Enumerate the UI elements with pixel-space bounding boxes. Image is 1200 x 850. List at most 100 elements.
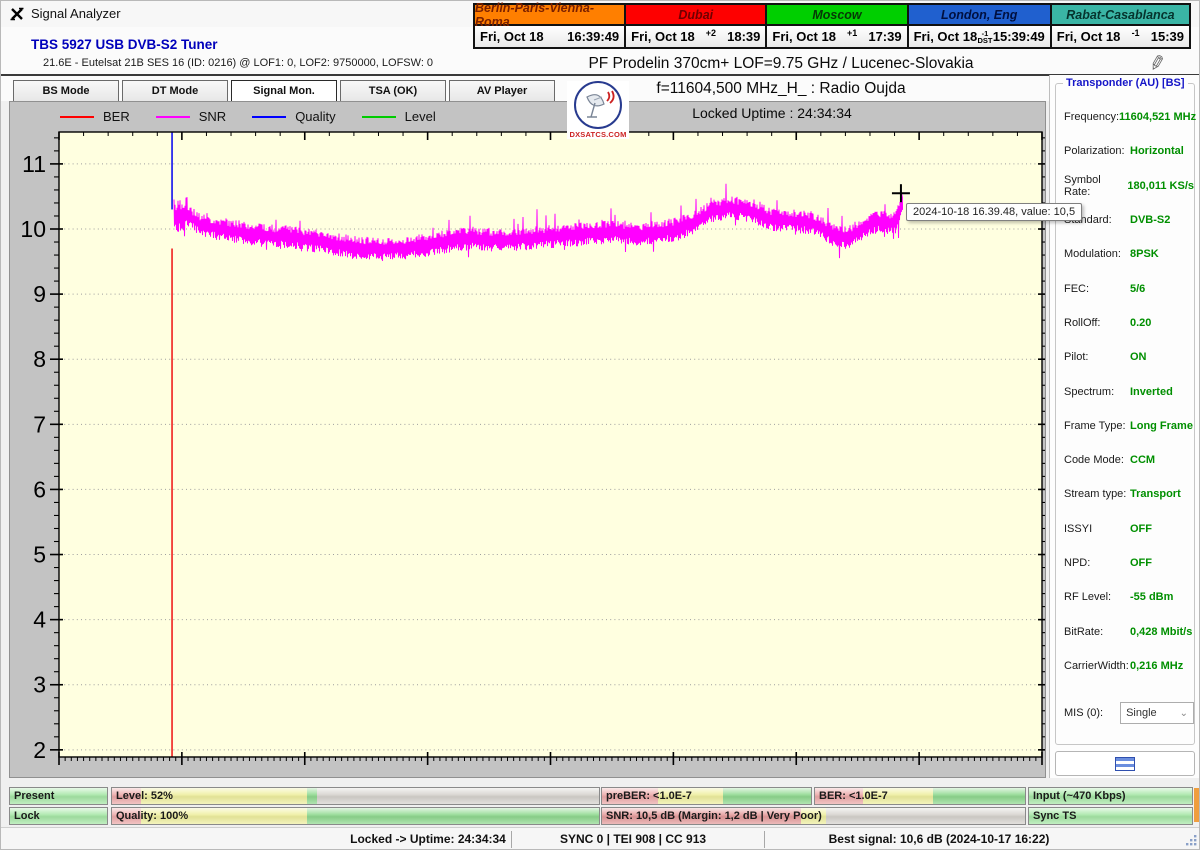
- mode-tabs: BS Mode DT Mode Signal Mon. TSA (OK) AV …: [13, 80, 555, 102]
- world-clocks: Berlin-Paris-Vienna-Roma Fri, Oct 18 16:…: [473, 1, 1191, 49]
- snr-trend-chart[interactable]: 2 3 4 5 6 7 8 9 10 11: [10, 102, 1045, 777]
- clock-moscow: Moscow Fri, Oct 18 +1 17:39: [765, 5, 907, 47]
- signal-bar-present: Present: [9, 787, 108, 805]
- field-label: ISSYI: [1064, 522, 1093, 535]
- clock-dst-offset: -1 DST: [977, 28, 993, 45]
- transponder-field-row: Code Mode: CCM: [1056, 443, 1194, 477]
- legend-snr: SNR: [155, 109, 226, 124]
- svg-text:8: 8: [33, 346, 46, 372]
- field-value: DVB-S2: [1130, 214, 1171, 227]
- field-label: NPD:: [1064, 557, 1091, 569]
- field-value: 8PSK: [1130, 248, 1159, 261]
- field-value: 0.20: [1130, 316, 1152, 329]
- field-label: Pilot:: [1064, 351, 1089, 364]
- transponder-field-row: ISSYI OFF: [1056, 512, 1194, 546]
- transponder-field-row: Spectrum: Inverted: [1056, 374, 1194, 408]
- clock-offset: +2: [705, 28, 717, 38]
- svg-text:11: 11: [22, 151, 46, 177]
- field-label: Symbol Rate:: [1064, 173, 1101, 198]
- tab-dt-mode[interactable]: DT Mode: [122, 80, 228, 102]
- tuner-details: 21.6E - Eutelsat 21B SES 16 (ID: 0216) @…: [43, 57, 434, 69]
- bar-label: Present: [14, 790, 55, 802]
- field-value: Transport: [1130, 488, 1181, 501]
- transponder-field-row: Frame Type: Long Frame: [1056, 409, 1194, 443]
- save-button[interactable]: [1055, 751, 1195, 776]
- right-edge-strip: [1194, 788, 1199, 822]
- clock-time: 16:39:49: [567, 29, 620, 44]
- clock-offset: +1: [847, 28, 858, 38]
- tab-signal-mon[interactable]: Signal Mon.: [231, 80, 337, 102]
- signal-chart-panel: Locked Uptime : 24:34:34 BER SNR Quality…: [9, 101, 1083, 778]
- clock-rabat: Rabat-Casablanca Fri, Oct 18 -1 15:39: [1049, 5, 1190, 47]
- clock-time: 15:39:49: [992, 29, 1045, 44]
- clock-time: 15:39: [1150, 29, 1185, 44]
- field-value: 5/6: [1130, 282, 1146, 295]
- transponder-panel: Transponder (AU) [BS] Frequency: 11604,52…: [1049, 75, 1199, 778]
- field-label: RollOff:: [1064, 316, 1101, 329]
- transponder-title: Transponder (AU) [BS]: [1063, 77, 1188, 89]
- bar-label: Quality: 100%: [116, 810, 189, 822]
- chart-legend: BER SNR Quality Level: [60, 109, 436, 124]
- locked-uptime: Locked Uptime : 24:34:34: [692, 105, 852, 121]
- field-label: Code Mode:: [1064, 454, 1124, 467]
- tab-tsa[interactable]: TSA (OK): [340, 80, 446, 102]
- bar-segment: [723, 788, 811, 804]
- field-label: RF Level:: [1064, 591, 1112, 604]
- bar-label: Sync TS: [1033, 810, 1077, 822]
- field-value: -55 dBm: [1130, 591, 1174, 604]
- transponder-field-row: Polarization: Horizontal: [1056, 134, 1194, 168]
- signal-bar-snr: SNR: 10,5 dB (Margin: 1,2 dB | Very Poor…: [601, 807, 1026, 825]
- bar-label: SNR: 10,5 dB (Margin: 1,2 dB | Very Poor…: [606, 810, 822, 822]
- signal-bar-input: Input (~470 Kbps): [1028, 787, 1193, 805]
- signal-bar-syncts: Sync TS: [1028, 807, 1193, 825]
- field-value: OFF: [1130, 557, 1152, 569]
- field-label: Polarization:: [1064, 145, 1125, 158]
- svg-text:7: 7: [33, 411, 46, 437]
- transponder-groupbox: Transponder (AU) [BS] Frequency: 11604,52…: [1055, 77, 1196, 745]
- field-label: Frame Type:: [1064, 419, 1126, 432]
- status-sync: SYNC 0 | TEI 908 | CC 913: [559, 832, 707, 846]
- bar-segment: [826, 808, 1025, 824]
- transponder-field-row: RF Level: -55 dBm: [1056, 580, 1194, 614]
- clock-city-label: Rabat-Casablanca: [1051, 5, 1190, 26]
- svg-text:9: 9: [33, 281, 46, 307]
- field-label: CarrierWidth:: [1064, 659, 1129, 672]
- legend-level: Level: [361, 109, 436, 124]
- save-icon: [1115, 756, 1135, 771]
- tab-bs-mode[interactable]: BS Mode: [13, 80, 119, 102]
- field-label: FEC:: [1064, 282, 1090, 295]
- transponder-field-row: FEC: 5/6: [1056, 271, 1194, 305]
- snr-line-swatch: [155, 115, 190, 118]
- clock-city-label: London, Eng: [908, 5, 1050, 26]
- field-label: Stream type:: [1064, 488, 1127, 501]
- chart-tooltip: 2024-10-18 16.39.48, value: 10,5: [906, 203, 1083, 221]
- field-value: Inverted: [1130, 385, 1173, 398]
- clock-dubai: Dubai Fri, Oct 18 +2 18:39: [624, 5, 766, 47]
- quality-line-swatch: [252, 115, 287, 118]
- bar-label: preBER: <1.0E-7: [606, 790, 692, 802]
- clock-city-label: Berlin-Paris-Vienna-Roma: [475, 1, 625, 29]
- dxsatcs-logo: DXSATCS.COM: [567, 81, 629, 139]
- field-label: Modulation:: [1064, 248, 1121, 261]
- mis-select[interactable]: Single ⌄: [1120, 702, 1194, 724]
- signal-bar-preber: preBER: <1.0E-7: [601, 787, 812, 805]
- transponder-field-row: Symbol Rate: 180,011 KS/s: [1056, 169, 1194, 203]
- resize-grip-icon[interactable]: [1185, 834, 1198, 849]
- field-value: ON: [1130, 351, 1147, 364]
- transponder-field-row: CarrierWidth: 0,216 MHz: [1056, 649, 1194, 683]
- bar-label: BER: <1.0E-7: [819, 790, 888, 802]
- field-value: Long Frame: [1130, 419, 1193, 432]
- clock-london: London, Eng Fri, Oct 18 -1 DST 15:39:49: [906, 5, 1050, 47]
- bar-segment: [932, 788, 1025, 804]
- transponder-field-row: NPD: OFF: [1056, 546, 1194, 580]
- tab-av-player[interactable]: AV Player: [449, 80, 555, 102]
- clock-city-label: Moscow: [767, 5, 907, 26]
- field-value: CCM: [1130, 454, 1156, 467]
- clock-berlin: Berlin-Paris-Vienna-Roma Fri, Oct 18 16:…: [475, 1, 625, 47]
- bar-segment: [306, 788, 317, 804]
- signal-bar-lock: Lock: [9, 807, 108, 825]
- transponder-field-row: BitRate: 0,428 Mbit/s: [1056, 614, 1194, 648]
- svg-text:4: 4: [33, 607, 46, 633]
- signal-bar-level: Level: 52%: [111, 787, 600, 805]
- app-icon: [9, 6, 25, 22]
